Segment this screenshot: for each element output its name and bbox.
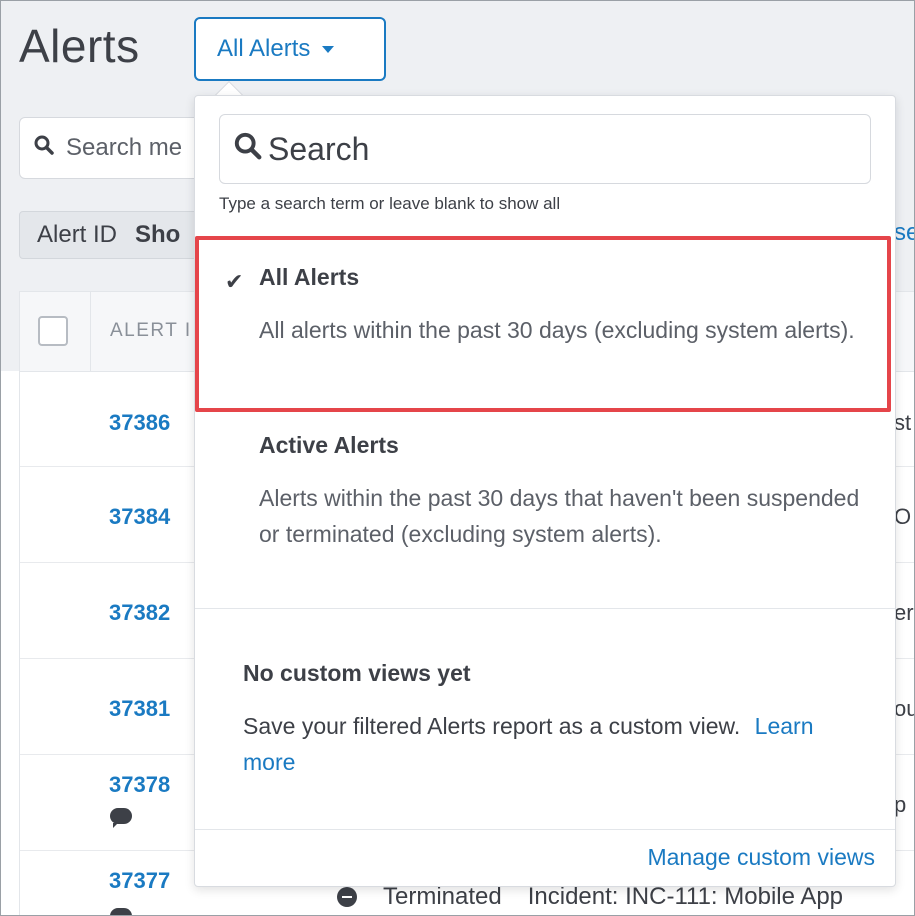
views-search-input[interactable]: Search: [219, 114, 871, 184]
dropdown-footer: Manage custom views: [195, 829, 895, 887]
custom-views-empty-description: Save your filtered Alerts report as a cu…: [243, 708, 843, 780]
column-divider: [90, 292, 91, 372]
alert-id-link[interactable]: 37381: [109, 696, 170, 722]
alert-id-link[interactable]: 37382: [109, 600, 170, 626]
custom-views-description-text: Save your filtered Alerts report as a cu…: [243, 713, 741, 739]
terminated-status-icon: [337, 887, 357, 907]
alert-id-link[interactable]: 37377: [109, 868, 170, 894]
filter-value: Sho: [135, 221, 181, 248]
checkmark-icon: ✔: [225, 269, 244, 294]
view-option-description: All alerts within the past 30 days (excl…: [259, 317, 855, 343]
view-selector-button[interactable]: All Alerts: [194, 17, 386, 81]
search-hint: Type a search term or leave blank to sho…: [219, 194, 561, 213]
row-status: Terminated Incident: INC-111: Mobile App: [337, 883, 843, 911]
comment-icon: [110, 908, 132, 915]
views-search-placeholder: Search: [268, 130, 370, 167]
alert-id-link[interactable]: 37384: [109, 504, 170, 530]
page-title: Alerts: [19, 20, 140, 72]
caret-down-icon: [322, 45, 335, 53]
view-selector-label: All Alerts: [217, 35, 311, 62]
search-icon: [34, 134, 54, 162]
view-option-all-alerts[interactable]: ✔ All Alerts All alerts within the past …: [195, 236, 895, 413]
view-option-description: Alerts within the past 30 days that have…: [259, 485, 860, 547]
status-text: Terminated: [383, 883, 502, 910]
app-frame: Alerts All Alerts Search me Alert ID Sho…: [0, 0, 915, 916]
row-text-fragment: st: [894, 410, 912, 435]
alerts-search-placeholder: Search me: [66, 134, 183, 161]
custom-views-empty-title: No custom views yet: [243, 660, 471, 686]
alerts-search-input[interactable]: Search me: [19, 117, 219, 179]
right-link-fragment[interactable]: se: [894, 219, 914, 247]
manage-custom-views-link[interactable]: Manage custom views: [647, 844, 875, 871]
row-text-fragment: ou: [894, 696, 914, 721]
row-text-fragment: er: [894, 600, 914, 625]
alert-id-link[interactable]: 37386: [109, 410, 170, 436]
views-dropdown: Search Type a search term or leave blank…: [194, 95, 896, 887]
select-all-checkbox[interactable]: [38, 316, 68, 346]
search-icon: [234, 131, 262, 168]
alert-id-filter[interactable]: Alert ID Sho: [19, 211, 219, 259]
column-header-alert-id[interactable]: ALERT I: [110, 320, 192, 342]
view-option-title: All Alerts: [259, 264, 360, 290]
incident-description: Incident: INC-111: Mobile App: [527, 883, 844, 910]
alert-id-link[interactable]: 37378: [109, 772, 170, 798]
view-option-title: Active Alerts: [259, 432, 399, 458]
filter-label: Alert ID: [37, 221, 118, 248]
row-text-fragment: O: [894, 504, 912, 529]
view-option-active-alerts[interactable]: Active Alerts Alerts within the past 30 …: [195, 414, 895, 609]
comment-icon: [110, 808, 132, 828]
